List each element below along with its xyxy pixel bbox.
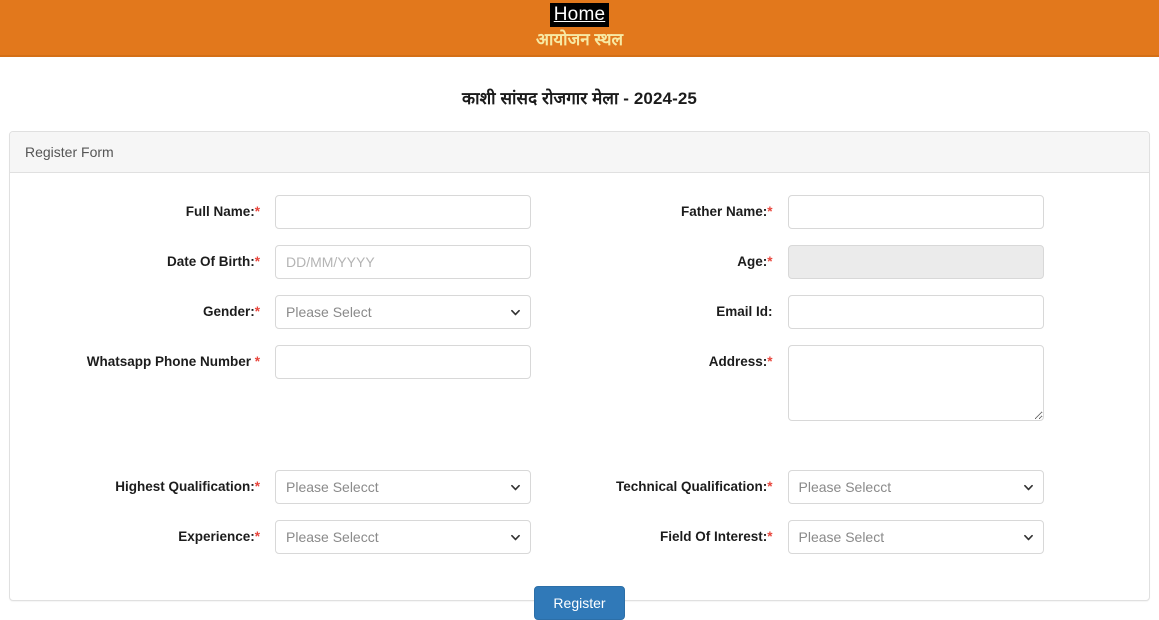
required-asterisk: *: [767, 529, 773, 544]
label-father-name: Father Name:*: [680, 204, 773, 219]
required-asterisk: *: [254, 529, 260, 544]
address-textarea[interactable]: [787, 345, 1044, 421]
required-asterisk: *: [767, 354, 773, 369]
required-asterisk: *: [250, 354, 260, 369]
field-group-technical-qualification: Technical Qualification:* Please Selecct: [580, 470, 1150, 504]
field-group-father-name: Father Name:*: [580, 195, 1150, 229]
gender-select[interactable]: Please Select: [275, 295, 531, 329]
required-asterisk: *: [767, 479, 773, 494]
field-group-full-name: Full Name:*: [10, 195, 580, 229]
field-of-interest-select[interactable]: Please Select: [787, 520, 1044, 554]
form-row: Full Name:* Father Name:*: [10, 195, 1149, 245]
age-input: [787, 245, 1044, 279]
highest-qualification-select[interactable]: Please Selecct: [275, 470, 531, 504]
required-asterisk: *: [767, 254, 773, 269]
field-group-address: Address:*: [580, 345, 1150, 426]
field-group-whatsapp-phone-number: Whatsapp Phone Number *: [10, 345, 580, 426]
register-button[interactable]: Register: [534, 586, 625, 620]
required-asterisk: *: [254, 204, 260, 219]
form-row: Experience:* Please Selecct Field Of Int…: [10, 520, 1149, 570]
label-highest-qualification: Highest Qualification:*: [115, 479, 260, 494]
nav-link-home[interactable]: Home: [549, 3, 610, 27]
register-form-panel: Register Form Full Name:* Father Name:* …: [9, 131, 1150, 620]
field-group-field-of-interest: Field Of Interest:* Please Select: [580, 520, 1150, 554]
label-technical-qualification: Technical Qualification:*: [615, 479, 773, 494]
required-asterisk: *: [254, 254, 260, 269]
label-field-of-interest: Field Of Interest:*: [659, 529, 773, 544]
email-id-input[interactable]: [787, 295, 1044, 329]
date-of-birth-input[interactable]: [275, 245, 531, 279]
row-spacer: [10, 442, 1149, 470]
field-group-experience: Experience:* Please Selecct: [10, 520, 580, 554]
venue-subtitle: आयोजन स्थल: [535, 30, 624, 49]
label-whatsapp-phone-number: Whatsapp Phone Number *: [86, 354, 260, 369]
form-row: Whatsapp Phone Number * Address:*: [10, 345, 1149, 442]
field-group-highest-qualification: Highest Qualification:* Please Selecct: [10, 470, 580, 504]
site-header-banner: Home आयोजन स्थल: [0, 0, 1159, 57]
form-row: Highest Qualification:* Please Selecct T…: [10, 470, 1149, 520]
label-age: Age:*: [737, 254, 773, 269]
label-address: Address:*: [708, 354, 773, 369]
father-name-input[interactable]: [787, 195, 1044, 229]
full-name-input[interactable]: [275, 195, 531, 229]
required-asterisk: *: [254, 304, 260, 319]
submit-row: Register: [10, 586, 1149, 620]
page-title: काशी सांसद रोजगार मेला - 2024-25: [462, 89, 697, 108]
field-group-age: Age:*: [580, 245, 1150, 279]
panel-body: Full Name:* Father Name:* Date Of Birth:…: [10, 173, 1149, 620]
form-row: Date Of Birth:* Age:*: [10, 245, 1149, 295]
field-group-gender: Gender:* Please Select: [10, 295, 580, 329]
label-date-of-birth: Date Of Birth:*: [166, 254, 260, 269]
technical-qualification-select[interactable]: Please Selecct: [787, 470, 1044, 504]
whatsapp-phone-number-input[interactable]: [275, 345, 531, 379]
field-group-date-of-birth: Date Of Birth:*: [10, 245, 580, 279]
label-full-name: Full Name:*: [185, 204, 260, 219]
label-experience: Experience:*: [178, 529, 260, 544]
experience-select[interactable]: Please Selecct: [275, 520, 531, 554]
label-email-id: Email Id:: [716, 304, 773, 319]
required-asterisk: *: [254, 479, 260, 494]
label-gender: Gender:*: [202, 304, 260, 319]
field-group-email-id: Email Id:: [580, 295, 1150, 329]
required-asterisk: *: [767, 204, 773, 219]
form-row: Gender:* Please Select Email Id:: [10, 295, 1149, 345]
panel-heading: Register Form: [10, 132, 1149, 173]
